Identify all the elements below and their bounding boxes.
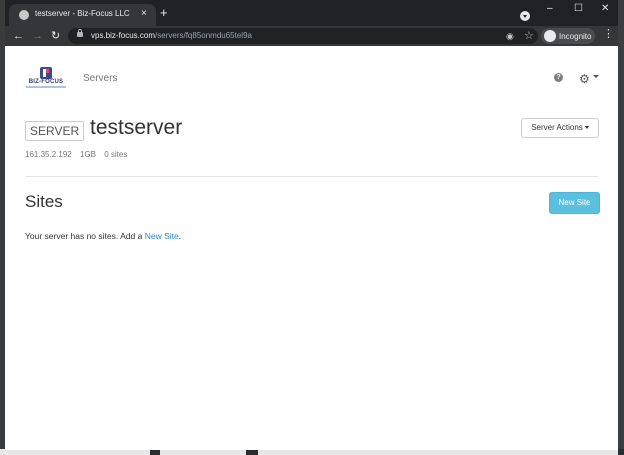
nav-link-servers[interactable]: Servers <box>83 73 117 84</box>
divider <box>25 176 598 177</box>
maximize-button[interactable]: ☐ <box>574 3 583 14</box>
incognito-label: Incognito <box>559 32 592 41</box>
server-memory: 1GB <box>79 150 96 159</box>
server-ip: 161.35.2.192 <box>25 150 72 159</box>
new-site-link[interactable]: New Site <box>145 231 179 241</box>
biz-focus-logo[interactable]: BIZ-FOCUS <box>26 66 66 90</box>
browser-menu-icon[interactable]: ⋮ <box>603 28 614 40</box>
new-tab-button[interactable]: + <box>160 6 168 19</box>
empty-sites-message: Your server has no sites. Add a New Site… <box>25 231 181 241</box>
server-meta: 161.35.2.192 1GB 0 sites <box>25 150 133 159</box>
server-actions-label: Server Actions <box>531 123 583 132</box>
background-app-edge <box>618 0 624 455</box>
help-icon[interactable]: ? <box>554 73 563 82</box>
page-title: testserver <box>90 116 183 139</box>
sites-heading: Sites <box>25 192 63 211</box>
settings-menu[interactable]: ⚙ <box>579 70 599 88</box>
incognito-icon <box>544 30 556 42</box>
tab-search-icon[interactable] <box>520 11 530 21</box>
browser-toolbar: ← → ↻ vps.biz-focus.com/servers/fq85onmd… <box>5 26 618 46</box>
page-content: BIZ-FOCUS Servers ? ⚙ SERVER testserver … <box>5 46 618 450</box>
server-actions-dropdown[interactable]: Server Actions <box>521 118 599 138</box>
server-sites-count: 0 sites <box>104 150 128 159</box>
browser-window: testserver - Biz-Focus LLC × + – ☐ ✕ ← →… <box>5 0 618 450</box>
server-type-label: SERVER <box>25 121 85 141</box>
caret-down-icon <box>593 75 599 78</box>
tab-title: testserver - Biz-Focus LLC <box>35 9 130 18</box>
reload-icon[interactable]: ↻ <box>51 29 60 43</box>
logo-tagline <box>26 86 66 88</box>
close-tab-icon[interactable]: × <box>141 8 147 19</box>
globe-icon <box>19 10 29 20</box>
empty-message-period: . <box>178 231 182 241</box>
url-host: vps.biz-focus.com <box>91 31 156 40</box>
close-window-button[interactable]: ✕ <box>601 3 609 14</box>
empty-message-text: Your server has no sites. Add a <box>25 231 145 241</box>
logo-text: BIZ-FOCUS <box>28 79 64 85</box>
address-bar[interactable]: vps.biz-focus.com/servers/fq85onmdu65tel… <box>68 28 538 44</box>
new-site-button[interactable]: New Site <box>549 192 600 214</box>
browser-tab[interactable]: testserver - Biz-Focus LLC × <box>9 4 156 26</box>
forward-arrow-icon[interactable]: → <box>32 29 43 43</box>
incognito-badge[interactable]: Incognito <box>541 28 595 44</box>
back-arrow-icon[interactable]: ← <box>13 29 24 43</box>
eye-crossed-icon[interactable]: ◉ <box>506 31 514 42</box>
url-path: /servers/fq85onmdu65tel9a <box>155 31 252 40</box>
lock-icon <box>77 29 83 37</box>
caret-down-icon <box>584 126 589 130</box>
url-text[interactable]: vps.biz-focus.com/servers/fq85onmdu65tel… <box>91 31 252 40</box>
gear-icon: ⚙ <box>579 72 590 86</box>
tab-strip: testserver - Biz-Focus LLC × + – ☐ ✕ <box>5 0 618 26</box>
star-icon[interactable]: ☆ <box>524 29 534 42</box>
minimize-button[interactable]: – <box>547 3 553 14</box>
